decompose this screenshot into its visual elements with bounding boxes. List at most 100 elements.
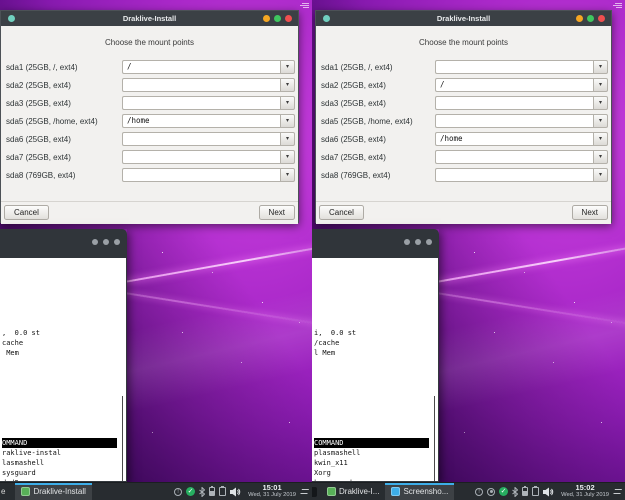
maximize-button[interactable]	[274, 15, 281, 22]
mount-point-value[interactable]	[122, 168, 280, 182]
dropdown-button[interactable]: ▾	[280, 150, 295, 164]
mount-point-value[interactable]	[122, 150, 280, 164]
terminal-minimize-button[interactable]	[92, 239, 98, 245]
mount-point-combobox[interactable]: ▾	[435, 96, 608, 110]
mount-rows: sda1 (25GB, /, ext4) ▾ sda2 (25GB, ext4)…	[316, 58, 611, 184]
dropdown-button[interactable]: ▾	[280, 114, 295, 128]
updates-ok-icon[interactable]	[186, 487, 195, 496]
mount-point-combobox[interactable]: ▾	[122, 150, 295, 164]
partition-label: sda7 (25GB, ext4)	[321, 153, 386, 162]
terminal-maximize-button[interactable]	[415, 239, 421, 245]
partition-label: sda5 (25GB, /home, ext4)	[6, 117, 98, 126]
terminal-scrollbar[interactable]	[434, 396, 435, 482]
bluetooth-icon[interactable]	[199, 487, 205, 497]
terminal-close-button[interactable]	[114, 239, 120, 245]
mount-point-combobox[interactable]: / ▾	[435, 78, 608, 92]
desktop-toolbox-icon[interactable]	[613, 2, 622, 8]
clock[interactable]: 15:01 Wed, 31 July 2019	[248, 484, 296, 499]
mount-point-combobox[interactable]: ▾	[122, 78, 295, 92]
mount-point-value[interactable]: /home	[122, 114, 280, 128]
dropdown-button[interactable]: ▾	[593, 168, 608, 182]
mount-point-combobox[interactable]: /home ▾	[435, 132, 608, 146]
terminal-stat-line: i, 0.0 st	[314, 328, 438, 338]
cancel-button[interactable]: Cancel	[319, 205, 364, 220]
dropdown-button[interactable]: ▾	[593, 114, 608, 128]
terminal-maximize-button[interactable]	[103, 239, 109, 245]
minimize-button[interactable]	[263, 15, 270, 22]
clipboard-icon[interactable]	[532, 487, 539, 496]
terminal-titlebar[interactable]	[0, 229, 127, 258]
mount-point-combobox[interactable]: /home ▾	[122, 114, 295, 128]
taskbar-task[interactable]: Screensho...	[385, 483, 454, 500]
mount-point-combobox[interactable]: ▾	[435, 114, 608, 128]
cutoff-task-icon	[312, 487, 317, 497]
mount-point-value[interactable]	[435, 60, 593, 74]
bluetooth-icon[interactable]	[512, 487, 518, 497]
terminal-line: COMMAND	[314, 438, 429, 448]
battery-icon[interactable]	[209, 487, 215, 496]
volume-icon[interactable]	[543, 487, 554, 497]
dropdown-button[interactable]: ▾	[593, 96, 608, 110]
dropdown-button[interactable]: ▾	[593, 132, 608, 146]
battery-icon[interactable]	[522, 487, 528, 496]
mount-point-combobox[interactable]: ▾	[122, 132, 295, 146]
partition-label: sda8 (769GB, ext4)	[6, 171, 75, 180]
mount-point-value[interactable]	[122, 78, 280, 92]
terminal-titlebar[interactable]	[312, 229, 439, 258]
terminal-blank-line	[2, 378, 126, 388]
mount-point-combobox[interactable]: ▾	[435, 60, 608, 74]
dropdown-button[interactable]: ▾	[280, 132, 295, 146]
next-button[interactable]: Next	[259, 205, 295, 220]
notifications-icon[interactable]	[174, 488, 182, 496]
mount-point-value[interactable]: /	[122, 60, 280, 74]
window-menu-button[interactable]	[8, 15, 15, 22]
maximize-button[interactable]	[587, 15, 594, 22]
terminal-scrollbar[interactable]	[122, 396, 123, 482]
updates-ok-icon[interactable]	[499, 487, 508, 496]
close-button[interactable]	[285, 15, 292, 22]
mount-point-combobox[interactable]: / ▾	[122, 60, 295, 74]
window-titlebar[interactable]: Draklive-Install	[316, 11, 611, 26]
taskbar-task[interactable]: Draklive-Install	[15, 483, 91, 500]
mount-point-value[interactable]	[435, 114, 593, 128]
volume-icon[interactable]	[230, 487, 241, 497]
dropdown-button[interactable]: ▾	[280, 60, 295, 74]
mount-point-value[interactable]	[435, 168, 593, 182]
panel-expander-icon[interactable]	[299, 488, 311, 496]
terminal-minimize-button[interactable]	[404, 239, 410, 245]
minimize-button[interactable]	[576, 15, 583, 22]
dropdown-button[interactable]: ▾	[593, 78, 608, 92]
taskbar-task[interactable]: Draklive-I...	[321, 483, 385, 500]
mount-point-combobox[interactable]: ▾	[435, 150, 608, 164]
desktop-toolbox-icon[interactable]	[300, 2, 309, 8]
mount-point-value[interactable]	[122, 132, 280, 146]
clipboard-icon[interactable]	[219, 487, 226, 496]
mount-point-value[interactable]: /home	[435, 132, 593, 146]
notifications-icon[interactable]	[475, 488, 483, 496]
cutoff-task-text: e	[1, 487, 5, 496]
window-menu-button[interactable]	[323, 15, 330, 22]
mount-point-value[interactable]: /	[435, 78, 593, 92]
mount-point-value[interactable]	[435, 96, 593, 110]
window-titlebar[interactable]: Draklive-Install	[1, 11, 298, 26]
divider	[1, 201, 298, 202]
mount-point-combobox[interactable]: ▾	[122, 96, 295, 110]
clock[interactable]: 15:02 Wed, 31 July 2019	[561, 484, 609, 499]
dropdown-button[interactable]: ▾	[280, 96, 295, 110]
screen-record-icon[interactable]	[487, 488, 495, 496]
terminal-line: raklive-instal	[2, 448, 126, 458]
mount-point-combobox[interactable]: ▾	[122, 168, 295, 182]
close-button[interactable]	[598, 15, 605, 22]
terminal-close-button[interactable]	[426, 239, 432, 245]
mount-point-combobox[interactable]: ▾	[435, 168, 608, 182]
dropdown-button[interactable]: ▾	[280, 168, 295, 182]
cancel-button[interactable]: Cancel	[4, 205, 49, 220]
mount-point-value[interactable]	[435, 150, 593, 164]
dropdown-button[interactable]: ▾	[593, 60, 608, 74]
dropdown-button[interactable]: ▾	[280, 78, 295, 92]
next-button[interactable]: Next	[572, 205, 608, 220]
dropdown-button[interactable]: ▾	[593, 150, 608, 164]
clock-time: 15:01	[248, 484, 296, 492]
panel-expander-icon[interactable]	[612, 488, 624, 496]
mount-point-value[interactable]	[122, 96, 280, 110]
